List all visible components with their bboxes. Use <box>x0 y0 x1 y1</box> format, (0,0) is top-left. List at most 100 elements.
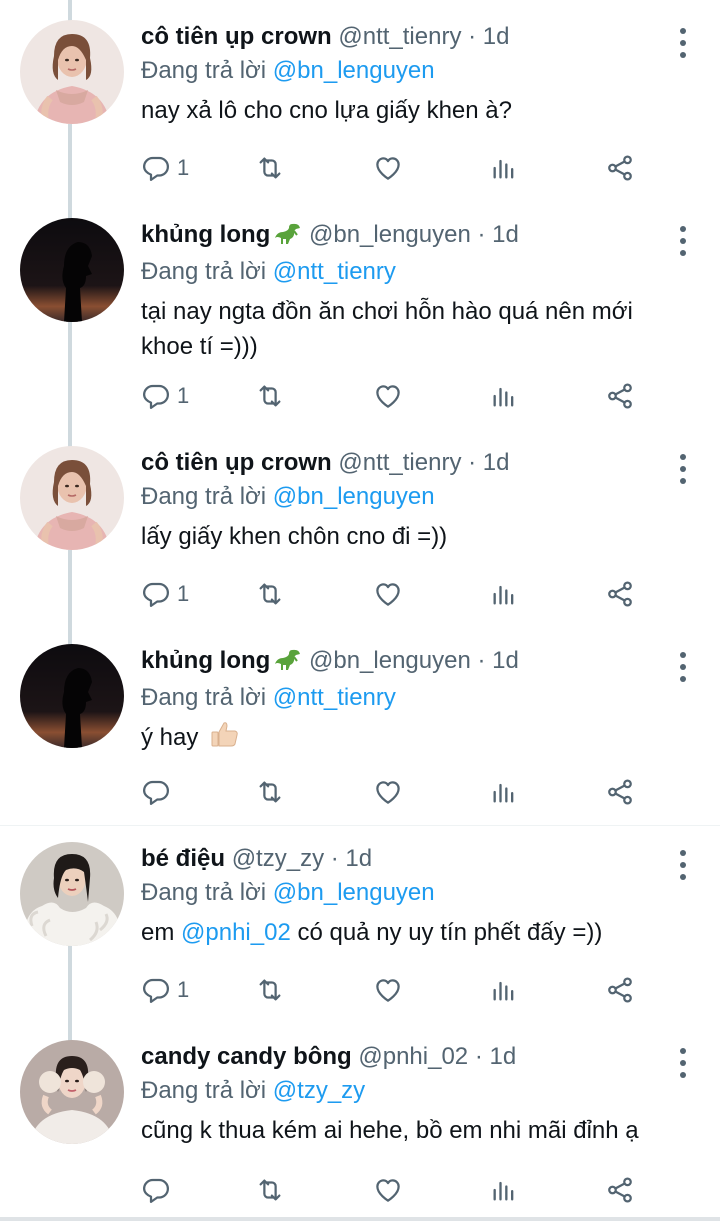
reply-mention[interactable]: @tzy_zy <box>273 1077 365 1104</box>
retweet-button[interactable] <box>254 970 286 1010</box>
avatar[interactable] <box>20 1040 124 1144</box>
separator-dot: · <box>468 23 477 50</box>
tweet-content: cô tiên ụp crown @ntt_tienry · 1d Đang t… <box>141 20 670 128</box>
like-button[interactable] <box>373 970 403 1010</box>
more-icon[interactable] <box>676 226 690 256</box>
share-button[interactable] <box>605 1170 635 1210</box>
views-button[interactable] <box>490 376 518 416</box>
timestamp[interactable]: 1d <box>490 1043 517 1070</box>
avatar[interactable] <box>20 644 124 748</box>
username[interactable]: @bn_lenguyen <box>309 221 471 248</box>
like-button[interactable] <box>373 148 403 188</box>
tweet-text: cũng k thua kém ai hehe, bồ em nhi mãi đ… <box>141 1117 639 1144</box>
display-name[interactable]: khủng long <box>141 647 270 674</box>
more-icon[interactable] <box>676 850 690 880</box>
separator-dot: · <box>468 449 477 476</box>
like-button[interactable] <box>373 1170 403 1210</box>
thread-line <box>68 0 72 22</box>
username[interactable]: @ntt_tienry <box>338 23 461 50</box>
avatar[interactable] <box>20 218 124 322</box>
views-button[interactable] <box>490 1170 518 1210</box>
more-icon[interactable] <box>676 652 690 682</box>
more-icon[interactable] <box>676 28 690 58</box>
views-button[interactable] <box>490 574 518 614</box>
bottom-edge <box>0 1217 720 1221</box>
username[interactable]: @tzy_zy <box>232 845 324 872</box>
action-bar: 1 <box>141 970 641 1010</box>
retweet-button[interactable] <box>254 148 286 188</box>
timestamp[interactable]: 1d <box>492 221 519 248</box>
reply-mention[interactable]: @ntt_tienry <box>273 258 396 285</box>
tweet-text: nay xả lô cho cno lựa giấy khen à? <box>141 97 512 124</box>
tweet-text: em @pnhi_02 có quả ny uy tín phết đấy =)… <box>141 915 670 950</box>
replying-to: Đang trả lời @tzy_zy <box>141 1074 670 1108</box>
reply-button[interactable] <box>141 772 177 812</box>
timestamp[interactable]: 1d <box>492 647 519 674</box>
text-mention[interactable]: @pnhi_02 <box>181 919 291 946</box>
views-button[interactable] <box>490 148 518 188</box>
more-icon[interactable] <box>676 454 690 484</box>
avatar[interactable] <box>20 446 124 550</box>
avatar[interactable] <box>20 842 124 946</box>
retweet-icon <box>259 385 281 407</box>
replying-to: Đang trả lời @ntt_tienry <box>141 255 670 289</box>
dinosaur-icon <box>274 647 302 681</box>
avatar[interactable] <box>20 20 124 124</box>
heart-icon <box>376 979 400 1002</box>
more-icon[interactable] <box>676 1048 690 1078</box>
retweet-button[interactable] <box>254 376 286 416</box>
reply-icon <box>143 780 169 805</box>
tweet-header: bé điệu @tzy_zy · 1d <box>141 842 670 876</box>
reply-button[interactable] <box>141 1170 177 1210</box>
display-name[interactable]: bé điệu <box>141 845 225 872</box>
timestamp[interactable]: 1d <box>483 23 510 50</box>
share-button[interactable] <box>605 574 635 614</box>
display-name[interactable]: cô tiên ụp crown <box>141 449 332 476</box>
timestamp[interactable]: 1d <box>483 449 510 476</box>
tweet-content: khủng long @bn_lenguyen · 1d Đang trả lờ… <box>141 644 670 758</box>
reply-button[interactable]: 1 <box>141 376 189 416</box>
like-button[interactable] <box>373 772 403 812</box>
action-bar: 1 <box>141 148 641 188</box>
share-button[interactable] <box>605 970 635 1010</box>
reply-count: 1 <box>177 581 190 606</box>
tweet-text-part: ý hay <box>141 724 199 751</box>
reply-count: 1 <box>177 977 190 1002</box>
tweet-header: cô tiên ụp crown @ntt_tienry · 1d <box>141 20 670 54</box>
reply-button[interactable]: 1 <box>141 970 189 1010</box>
username[interactable]: @ntt_tienry <box>338 449 461 476</box>
reply-icon <box>143 156 169 181</box>
like-button[interactable] <box>373 376 403 416</box>
separator-dot: · <box>477 647 486 674</box>
retweet-button[interactable] <box>254 1170 286 1210</box>
replying-to-label: Đang trả lời <box>141 483 267 510</box>
reply-mention[interactable]: @ntt_tienry <box>273 684 396 711</box>
heart-icon <box>376 781 400 804</box>
reply-count: 1 <box>177 155 190 180</box>
reply-icon <box>143 384 169 409</box>
reply-button[interactable]: 1 <box>141 574 189 614</box>
share-button[interactable] <box>605 148 635 188</box>
display-name[interactable]: cô tiên ụp crown <box>141 23 332 50</box>
share-button[interactable] <box>605 376 635 416</box>
reply-mention[interactable]: @bn_lenguyen <box>273 879 435 906</box>
separator-dot: · <box>477 221 486 248</box>
timestamp[interactable]: 1d <box>345 845 372 872</box>
reply-button[interactable]: 1 <box>141 148 189 188</box>
share-button[interactable] <box>605 772 635 812</box>
like-button[interactable] <box>373 574 403 614</box>
retweet-button[interactable] <box>254 574 286 614</box>
reply-mention[interactable]: @bn_lenguyen <box>273 483 435 510</box>
display-name[interactable]: khủng long <box>141 221 270 248</box>
share-icon <box>608 581 632 607</box>
username[interactable]: @pnhi_02 <box>358 1043 468 1070</box>
reply-icon <box>143 1178 169 1203</box>
retweet-button[interactable] <box>254 772 286 812</box>
views-button[interactable] <box>490 772 518 812</box>
username[interactable]: @bn_lenguyen <box>309 647 471 674</box>
views-button[interactable] <box>490 970 518 1010</box>
replying-to-label: Đang trả lời <box>141 879 267 906</box>
heart-icon <box>376 385 400 408</box>
display-name[interactable]: candy candy bông <box>141 1043 352 1070</box>
reply-mention[interactable]: @bn_lenguyen <box>273 57 435 84</box>
